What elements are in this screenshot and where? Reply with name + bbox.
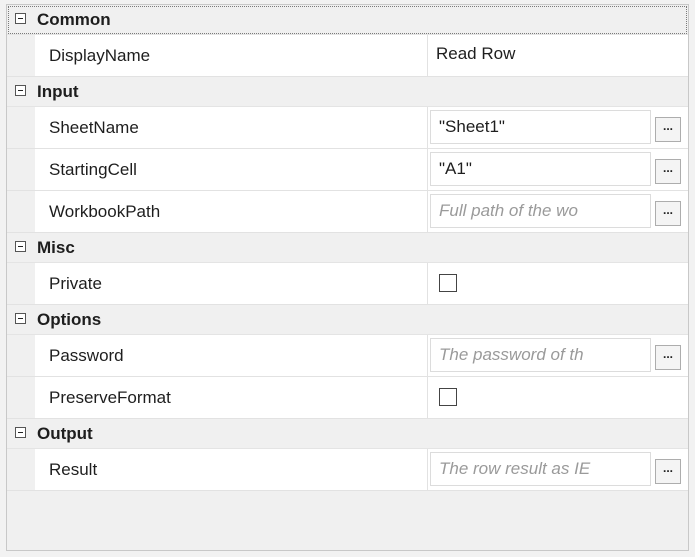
category-misc[interactable]: Misc — [7, 233, 688, 263]
property-name: SheetName — [49, 118, 139, 137]
result-placeholder: The row result as IE — [439, 459, 591, 478]
collapse-icon[interactable] — [15, 427, 26, 438]
property-name: Result — [49, 460, 98, 479]
sheetname-value: "Sheet1" — [439, 117, 505, 136]
collapse-icon[interactable] — [15, 85, 26, 96]
startingcell-input[interactable]: "A1" — [430, 152, 651, 186]
result-input[interactable]: The row result as IE — [430, 452, 651, 486]
property-grid: Common DisplayName Read Row Input SheetN… — [6, 4, 689, 551]
property-row-sheetname[interactable]: SheetName "Sheet1" ... — [7, 107, 688, 149]
result-ellipsis-button[interactable]: ... — [655, 459, 681, 484]
password-ellipsis-button[interactable]: ... — [655, 345, 681, 370]
property-row-private[interactable]: Private — [7, 263, 688, 305]
property-name: DisplayName — [49, 46, 151, 65]
category-common[interactable]: Common — [7, 5, 688, 35]
property-row-password[interactable]: Password The password of th ... — [7, 335, 688, 377]
password-input[interactable]: The password of th — [430, 338, 651, 372]
startingcell-value: "A1" — [439, 159, 472, 178]
property-value-cell — [428, 263, 688, 304]
category-options[interactable]: Options — [7, 305, 688, 335]
property-value-cell — [428, 377, 688, 418]
collapse-icon[interactable] — [15, 313, 26, 324]
property-row-startingcell[interactable]: StartingCell "A1" ... — [7, 149, 688, 191]
startingcell-ellipsis-button[interactable]: ... — [655, 159, 681, 184]
property-row-preserveformat[interactable]: PreserveFormat — [7, 377, 688, 419]
sheetname-input[interactable]: "Sheet1" — [430, 110, 651, 144]
property-name: Password — [49, 346, 124, 365]
category-label: Output — [37, 424, 93, 443]
category-label: Options — [37, 310, 102, 329]
property-row-displayname[interactable]: DisplayName Read Row — [7, 35, 688, 77]
password-placeholder: The password of th — [439, 345, 584, 364]
workbookpath-placeholder: Full path of the wo — [439, 201, 578, 220]
collapse-icon[interactable] — [15, 13, 26, 24]
category-output[interactable]: Output — [7, 419, 688, 449]
workbookpath-ellipsis-button[interactable]: ... — [655, 201, 681, 226]
workbookpath-input[interactable]: Full path of the wo — [430, 194, 651, 228]
property-row-result[interactable]: Result The row result as IE ... — [7, 449, 688, 491]
preserveformat-checkbox[interactable] — [439, 388, 457, 406]
category-input[interactable]: Input — [7, 77, 688, 107]
property-name: PreserveFormat — [49, 388, 171, 407]
category-label: Common — [37, 10, 111, 29]
property-row-workbookpath[interactable]: WorkbookPath Full path of the wo ... — [7, 191, 688, 233]
private-checkbox[interactable] — [439, 274, 457, 292]
property-name: WorkbookPath — [49, 202, 161, 221]
sheetname-ellipsis-button[interactable]: ... — [655, 117, 681, 142]
displayname-value[interactable]: Read Row — [436, 44, 515, 64]
property-name: Private — [49, 274, 102, 293]
property-name: StartingCell — [49, 160, 137, 179]
collapse-icon[interactable] — [15, 241, 26, 252]
category-label: Input — [37, 82, 79, 101]
category-label: Misc — [37, 238, 75, 257]
